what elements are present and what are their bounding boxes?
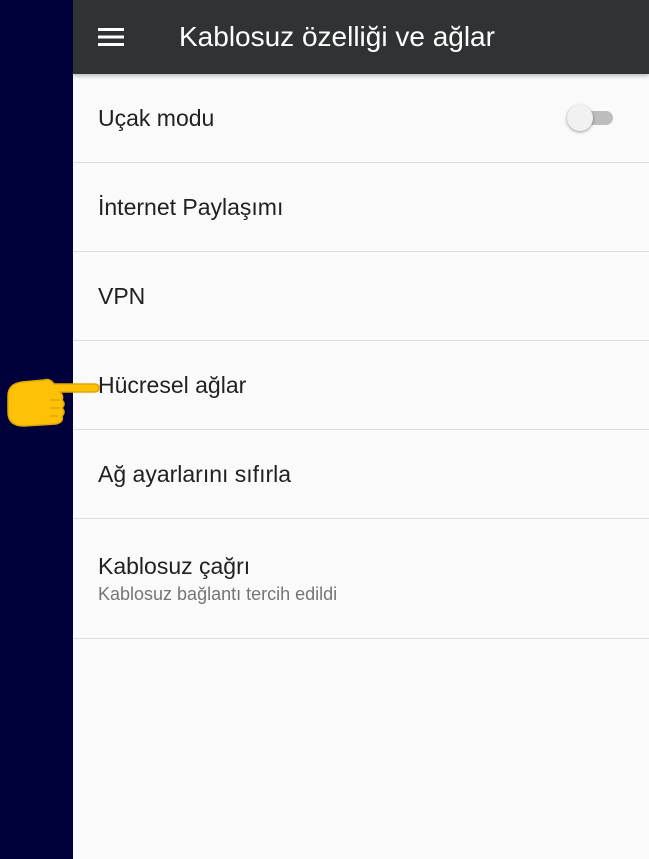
tethering-label: İnternet Paylaşımı	[98, 194, 284, 220]
wifi-calling-label: Kablosuz çağrı	[98, 552, 251, 579]
menu-button[interactable]	[91, 17, 131, 57]
settings-list: Uçak modu İnternet Paylaşımı VPN Hücrese…	[73, 74, 649, 639]
list-item-tethering[interactable]: İnternet Paylaşımı	[73, 163, 649, 252]
settings-screen: Kablosuz özelliği ve ağlar Uçak modu İnt…	[73, 0, 649, 859]
airplane-mode-toggle[interactable]	[567, 105, 619, 131]
vpn-label: VPN	[98, 283, 146, 309]
cellular-networks-label: Hücresel ağlar	[98, 372, 247, 398]
page-title: Kablosuz özelliği ve ağlar	[179, 21, 495, 52]
wifi-calling-subtitle: Kablosuz bağlantı tercih edildi	[98, 583, 338, 604]
list-item-cellular-networks[interactable]: Hücresel ağlar	[73, 341, 649, 430]
list-item-vpn[interactable]: VPN	[73, 252, 649, 341]
list-item-airplane-mode[interactable]: Uçak modu	[73, 74, 649, 163]
reset-network-label: Ağ ayarlarını sıfırla	[98, 461, 292, 487]
app-bar: Kablosuz özelliği ve ağlar	[73, 0, 649, 74]
pointing-hand-icon	[7, 378, 100, 427]
toggle-thumb	[567, 105, 593, 131]
list-item-reset-network[interactable]: Ağ ayarlarını sıfırla	[73, 430, 649, 519]
hamburger-menu-icon	[98, 28, 124, 46]
list-item-wifi-calling[interactable]: Kablosuz çağrı Kablosuz bağlantı tercih …	[73, 519, 649, 639]
